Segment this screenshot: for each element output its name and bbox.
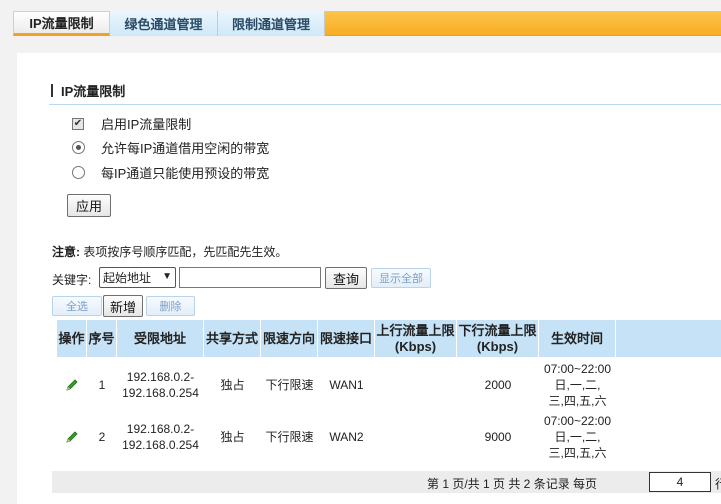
keyword-field-select[interactable]: 起始地址 ▼: [99, 267, 176, 288]
table-header: 操作 序号 受限地址 共享方式 限速方向 限速接口 上行流量上限 (Kbps) …: [57, 320, 721, 357]
borrow-option[interactable]: 允许每IP通道借用空闲的带宽: [72, 138, 269, 157]
section-marker: [51, 84, 53, 97]
row-interface: WAN1: [329, 378, 364, 392]
note-prefix: 注意:: [52, 245, 80, 259]
row-address: 192.168.0.2- 192.168.0.254: [122, 370, 199, 400]
per-page-input[interactable]: 4: [649, 472, 711, 492]
tab-limit-channel[interactable]: 限制通道管理: [218, 11, 325, 36]
row-time: 07:00~22:00 日,一,二, 三,四,五,六: [543, 414, 612, 460]
row-download: 2000: [484, 378, 512, 392]
edit-button[interactable]: [57, 359, 87, 411]
col-direction: 限速方向: [261, 320, 318, 357]
tab-green-channel[interactable]: 绿色通道管理: [110, 11, 218, 36]
col-address: 受限地址: [117, 320, 204, 357]
section-header: IP流量限制: [49, 77, 721, 105]
row-address: 192.168.0.2- 192.168.0.254: [122, 422, 199, 452]
enable-label: 启用IP流量限制: [101, 117, 192, 132]
row-upload: [375, 359, 457, 411]
pager-rows-label: 行: [715, 475, 721, 492]
keyword-field-value: 起始地址: [103, 271, 152, 285]
preset-option[interactable]: 每IP通道只能使用预设的带宽: [72, 163, 269, 182]
query-button[interactable]: 查询: [325, 267, 367, 289]
row-interface: WAN2: [329, 430, 364, 444]
keyword-label: 关键字:: [52, 273, 92, 287]
col-action: 操作: [57, 320, 87, 357]
row-share: 独占: [220, 378, 245, 392]
row-direction: 下行限速: [265, 378, 314, 392]
edit-button[interactable]: [57, 411, 87, 463]
keyword-input[interactable]: [179, 267, 321, 288]
delete-button[interactable]: 删除: [146, 296, 195, 316]
row-upload: [375, 411, 457, 463]
col-index: 序号: [87, 320, 117, 357]
pencil-icon: [66, 431, 78, 443]
tab-bar: IP流量限制 绿色通道管理 限制通道管理: [0, 0, 721, 37]
row-share: 独占: [220, 430, 245, 444]
col-interface: 限速接口: [318, 320, 375, 357]
row-direction: 下行限速: [265, 430, 314, 444]
col-download: 下行流量上限 (Kbps): [457, 320, 539, 357]
row-index: 2: [98, 430, 106, 444]
chevron-down-icon: ▼: [162, 271, 172, 282]
pager-summary: 第 1 页/共 1 页 共 2 条记录 每页: [427, 477, 598, 491]
tab-ip-limit[interactable]: IP流量限制: [13, 11, 110, 36]
section-title: IP流量限制: [61, 84, 126, 99]
main-panel: IP流量限制 ✔ 启用IP流量限制 允许每IP通道借用空闲的带宽 每IP通道只能…: [17, 53, 721, 504]
enable-option[interactable]: ✔ 启用IP流量限制: [72, 114, 191, 133]
show-all-button[interactable]: 显示全部: [371, 268, 431, 288]
apply-button[interactable]: 应用: [67, 194, 111, 217]
note-text: 表项按序号顺序匹配，先匹配先生效。: [83, 245, 288, 259]
add-button[interactable]: 新增: [103, 295, 143, 317]
preset-radio[interactable]: [72, 166, 85, 179]
col-upload: 上行流量上限 (Kbps): [375, 320, 457, 357]
note: 注意: 表项按序号顺序匹配，先匹配先生效。: [52, 243, 287, 260]
borrow-radio[interactable]: [72, 141, 85, 154]
preset-label: 每IP通道只能使用预设的带宽: [101, 166, 270, 181]
col-time: 生效时间: [539, 320, 616, 357]
select-all-button[interactable]: 全选: [52, 296, 102, 316]
enable-checkbox[interactable]: ✔: [72, 117, 84, 130]
tab-bar-fill: [324, 11, 721, 36]
col-share: 共享方式: [204, 320, 261, 357]
pencil-icon: [66, 379, 78, 391]
row-index: 1: [98, 378, 106, 392]
row-time: 07:00~22:00 日,一,二, 三,四,五,六: [543, 362, 612, 408]
borrow-label: 允许每IP通道借用空闲的带宽: [101, 141, 270, 156]
pager: 第 1 页/共 1 页 共 2 条记录 每页 4 行: [52, 471, 721, 493]
row-download: 9000: [484, 430, 512, 444]
